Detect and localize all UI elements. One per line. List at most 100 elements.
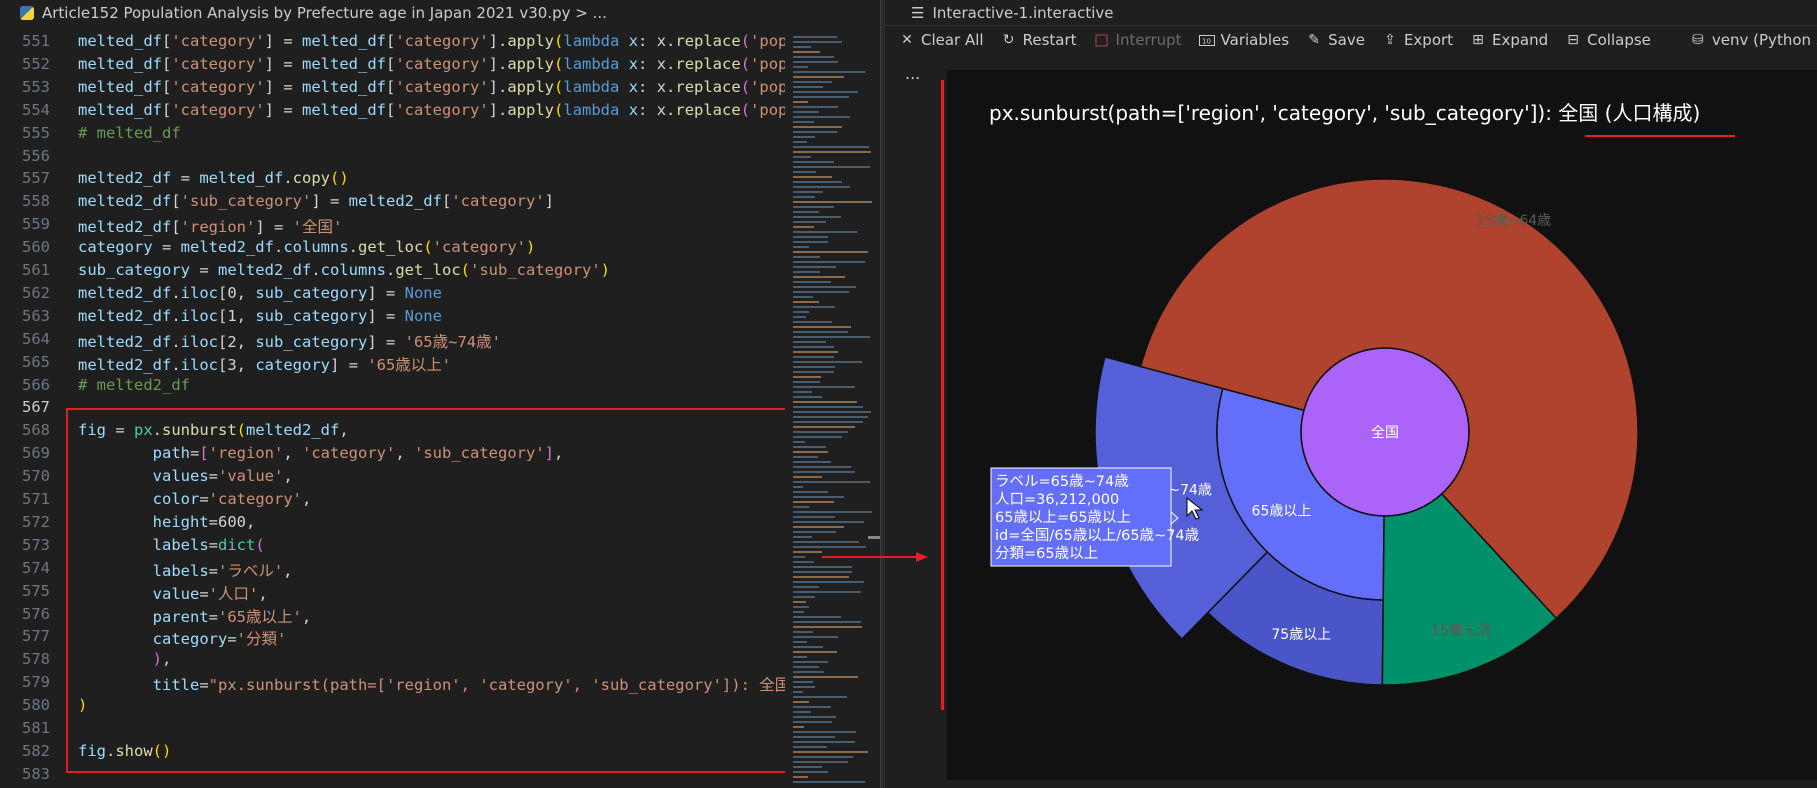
minimap-line [793,321,832,323]
line-number: 582 [22,741,50,760]
restart-button[interactable]: ↻ Restart [1001,31,1077,49]
minimap-line [793,761,848,763]
minimap-line [793,776,809,778]
minimap-line [793,781,865,783]
minimap-line [793,351,838,353]
kernel-picker[interactable]: ⛁ venv (Python 3.11 [1690,31,1817,49]
minimap-line [793,511,873,513]
code-token: = [189,261,218,279]
collapse-button[interactable]: ⊟ Collapse [1565,31,1651,49]
code-token: [ [386,100,396,119]
code-line[interactable]: # melted_df [78,124,181,142]
code-token: . [385,261,396,279]
sunburst-chart[interactable]: px.sunburst(path=['region', 'category', … [947,70,1817,780]
clear-all-button[interactable]: ✕ Clear All [899,31,983,49]
code-line[interactable]: melted_df['category'] = melted_df['categ… [78,55,787,73]
minimap-line [793,386,855,388]
minimap-line [793,186,851,188]
code-token: '65歳以上' [367,355,452,374]
minimap-line [793,606,809,608]
code-token: '65歳~74歳' [404,332,501,351]
code-line[interactable]: melted2_df = melted_df.copy() [78,169,349,187]
minimap-line [793,241,828,243]
minimap-line [793,381,820,383]
code-line[interactable]: melted2_df.iloc[0, sub_category] = None [78,284,442,302]
code-line[interactable]: melted2_df['sub_category'] = melted2_df[… [78,192,554,210]
chart-title-prefix: px.sunburst(path=['region', 'category', … [989,101,1558,125]
code-line[interactable]: category = melted2_df.columns.get_loc('c… [78,238,535,256]
code-line[interactable]: melted2_df.iloc[2, sub_category] = '65歳~… [78,330,501,352]
editor-file-title: Article152 Population Analysis by Prefec… [42,4,607,22]
code-token: melted2_df [78,306,172,325]
minimap-line [793,711,811,713]
code-line[interactable]: melted2_df.iloc[3, category] = '65歳以上' [78,353,451,375]
code-token: [ [441,192,452,211]
code-token: . [348,238,358,257]
line-number: 565 [22,352,50,371]
code-line[interactable]: melted_df['category'] = melted_df['categ… [78,78,787,96]
code-line[interactable]: # melted2_df [78,376,190,394]
minimap-line [793,331,849,333]
code-token: melted_df [199,169,284,188]
save-icon: ✎ [1308,32,1320,48]
minimap-line [793,291,849,293]
code-line[interactable]: melted2_df.iloc[1, sub_category] = None [78,307,442,325]
code-token: replace [675,100,741,119]
code-token: ] = [367,283,405,302]
minimap-line [793,196,815,198]
save-button[interactable]: ✎ Save [1306,31,1365,49]
line-number: 560 [22,238,50,257]
line-number: 552 [22,54,50,73]
line-number: 554 [22,100,50,119]
interactive-tab[interactable]: ☰ Interactive-1.interactive [885,0,1817,26]
editor-breadcrumb[interactable]: Article152 Population Analysis by Prefec… [0,0,880,26]
minimap[interactable] [785,32,880,788]
code-token: . [283,169,293,188]
minimap-line [793,221,827,223]
code-token: ] = [255,218,293,237]
cell-more-icon[interactable]: ... [905,64,920,83]
code-editor[interactable]: Article152 Population Analysis by Prefec… [0,0,882,788]
code-line[interactable]: melted_df['category'] = melted_df['categ… [78,32,787,50]
interrupt-label: Interrupt [1115,31,1182,49]
code-token: apply [507,54,555,73]
minimap-line [793,336,870,338]
line-number: 578 [22,650,50,669]
code-token: [2, [218,332,256,351]
minimap-line [793,451,829,453]
line-number: 561 [22,261,50,279]
line-number: 573 [22,535,50,554]
line-number: 558 [22,192,50,211]
minimap-line [793,771,829,773]
code-token: sub_category [255,283,368,302]
variables-button[interactable]: 10 Variables [1198,31,1289,49]
minimap-line [793,476,822,478]
minimap-line [793,676,859,678]
minimap-line [793,181,842,183]
code-token: ] [544,192,554,211]
code-line[interactable]: melted2_df['region'] = '全国' [78,215,342,237]
code-token: lambda [563,32,620,50]
minimap-line [793,391,813,393]
code-token: columns [320,261,386,279]
minimap-line [793,746,827,748]
plot-output: px.sunburst(path=['region', 'category', … [947,70,1817,780]
code-token: . [171,283,181,302]
minimap-line [793,446,826,448]
interrupt-button[interactable]: Interrupt [1094,31,1182,49]
expand-button[interactable]: ⊞ Expand [1470,31,1548,49]
camera-icon[interactable] [1767,70,1789,84]
minimap-line [793,671,824,673]
minimap-line [793,651,838,653]
code-token: ( [554,32,564,50]
minimap-line [793,96,850,98]
slice-label: 15歳未満 [1431,623,1491,639]
minimap-line [793,126,843,128]
code-token: melted_df [302,54,386,73]
code-token: '全国' [292,218,343,237]
code-line[interactable]: sub_category = melted2_df.columns.get_lo… [78,261,610,279]
export-button[interactable]: ⇪ Export [1382,31,1453,49]
line-number: 553 [22,77,50,96]
code-line[interactable]: melted_df['category'] = melted_df['categ… [78,101,787,119]
minimap-line [793,621,862,623]
